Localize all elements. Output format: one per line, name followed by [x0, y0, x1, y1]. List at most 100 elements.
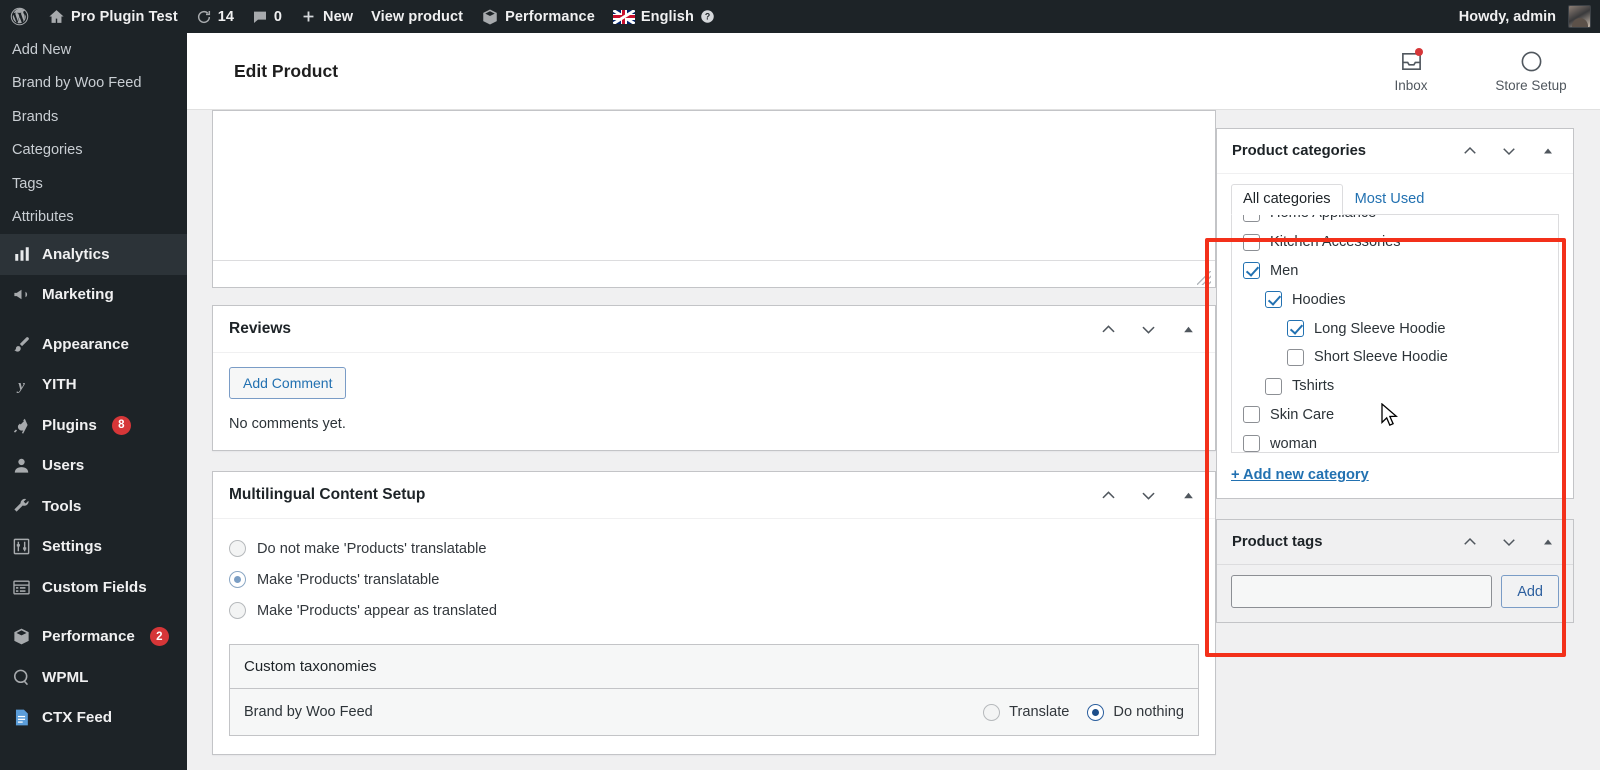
- product-categories-body: All categories Most Used Home Appliance …: [1217, 174, 1573, 498]
- performance-label: Performance: [505, 8, 595, 25]
- sidebar-item-analytics[interactable]: Analytics: [0, 234, 187, 275]
- multilingual-handle-actions: [1093, 480, 1203, 510]
- sidebar-item-tags[interactable]: Tags: [0, 167, 187, 201]
- mouse-cursor: [1381, 402, 1399, 434]
- sidebar-item-performance[interactable]: Performance 2: [0, 617, 187, 658]
- sidebar-item-custom-fields[interactable]: Custom Fields: [0, 567, 187, 608]
- category-checkbox[interactable]: [1287, 348, 1304, 366]
- my-account-menu[interactable]: Howdy, admin: [1450, 0, 1600, 33]
- reviews-metabox-header[interactable]: Reviews: [213, 306, 1215, 353]
- sidebar-item-brand-by-woo-feed[interactable]: Brand by Woo Feed: [0, 67, 187, 101]
- tab-all-categories[interactable]: All categories: [1231, 184, 1343, 215]
- sidebar-item-settings[interactable]: Settings: [0, 527, 187, 568]
- category-checkbox[interactable]: [1265, 377, 1282, 395]
- language-menu[interactable]: English ?: [604, 0, 724, 33]
- radio-do-not-translate[interactable]: [229, 540, 246, 557]
- performance-menu[interactable]: Performance: [472, 0, 604, 33]
- category-label: Tshirts: [1292, 378, 1335, 395]
- reviews-title: Reviews: [229, 320, 292, 337]
- list-item[interactable]: Long Sleeve Hoodie: [1232, 314, 1558, 343]
- store-setup-button[interactable]: Store Setup: [1488, 49, 1574, 93]
- move-up-icon[interactable]: [1455, 136, 1485, 166]
- side-column: ​ Raymond + Add New Brand Product catego…: [1216, 110, 1574, 640]
- site-name-menu[interactable]: Pro Plugin Test: [39, 0, 187, 33]
- move-down-icon[interactable]: [1133, 314, 1163, 344]
- category-tabs: All categories Most Used: [1231, 184, 1559, 215]
- move-up-icon[interactable]: [1093, 480, 1123, 510]
- translatable-option-row[interactable]: Do not make 'Products' translatable: [229, 533, 1199, 564]
- translatable-option-row[interactable]: Make 'Products' appear as translated: [229, 595, 1199, 626]
- add-comment-button[interactable]: Add Comment: [229, 367, 347, 399]
- sidebar-item-categories[interactable]: Categories: [0, 134, 187, 168]
- product-tags-metabox: Product tags Add: [1216, 519, 1574, 623]
- list-item[interactable]: Hoodies: [1232, 285, 1558, 314]
- sidebar-item-users[interactable]: Users: [0, 446, 187, 487]
- help-circle-icon[interactable]: ?: [700, 9, 715, 24]
- sidebar-item-marketing[interactable]: Marketing: [0, 275, 187, 316]
- view-product-link[interactable]: View product: [362, 0, 472, 33]
- list-item[interactable]: Short Sleeve Hoodie: [1232, 343, 1558, 372]
- plugins-update-badge: 8: [111, 415, 131, 435]
- reviews-empty-text: No comments yet.: [229, 416, 346, 432]
- sidebar-item-wpml[interactable]: WPML: [0, 657, 187, 698]
- category-checkbox[interactable]: [1243, 262, 1260, 280]
- product-tags-body: Add: [1217, 565, 1573, 622]
- toggle-panel-icon[interactable]: [1533, 136, 1563, 166]
- list-item[interactable]: Tshirts: [1232, 372, 1558, 401]
- category-checkbox[interactable]: [1287, 320, 1304, 338]
- list-item[interactable]: Men: [1232, 257, 1558, 286]
- sidebar-item-attributes[interactable]: Attributes: [0, 201, 187, 235]
- tag-input[interactable]: [1231, 575, 1493, 608]
- radio-appear-as-translated[interactable]: [229, 602, 246, 619]
- sidebar-subitem-label: Categories: [12, 142, 83, 159]
- radio-make-translatable[interactable]: [229, 571, 246, 588]
- list-item[interactable]: Kitchen Accessories: [1232, 228, 1558, 257]
- sidebar-item-appearance[interactable]: Appearance: [0, 324, 187, 365]
- move-up-icon[interactable]: [1455, 527, 1485, 557]
- wp-logo-menu[interactable]: [0, 0, 39, 33]
- move-up-icon[interactable]: [1093, 314, 1123, 344]
- radio-do-nothing[interactable]: [1087, 703, 1105, 721]
- multilingual-metabox-header[interactable]: Multilingual Content Setup: [213, 472, 1215, 519]
- toggle-panel-icon[interactable]: [1173, 480, 1203, 510]
- sidebar-item-add-new[interactable]: Add New: [0, 33, 187, 67]
- toggle-panel-icon[interactable]: [1533, 527, 1563, 557]
- comments-menu[interactable]: 0: [243, 0, 291, 33]
- product-categories-header[interactable]: Product categories: [1217, 129, 1573, 174]
- category-checkbox[interactable]: [1243, 435, 1260, 452]
- sidebar-divider-2: [0, 608, 187, 617]
- editor-content-area[interactable]: [213, 111, 1215, 261]
- toggle-panel-icon[interactable]: [1173, 314, 1203, 344]
- plus-icon: [300, 8, 317, 25]
- sidebar-subitem-label: Attributes: [12, 209, 74, 226]
- category-checkbox[interactable]: [1243, 215, 1260, 222]
- product-tags-header[interactable]: Product tags: [1217, 520, 1573, 565]
- tab-most-used[interactable]: Most Used: [1343, 184, 1437, 215]
- list-item[interactable]: Home Appliance: [1232, 215, 1558, 228]
- sidebar-item-plugins[interactable]: Plugins 8: [0, 405, 187, 446]
- move-down-icon[interactable]: [1494, 527, 1524, 557]
- sidebar-item-label: Analytics: [42, 245, 110, 263]
- sidebar-item-ctx-feed[interactable]: CTX Feed: [0, 698, 187, 739]
- editor-resize-handle[interactable]: [1197, 271, 1211, 285]
- add-tag-button[interactable]: Add: [1501, 575, 1559, 608]
- sidebar-item-brands[interactable]: Brands: [0, 100, 187, 134]
- add-new-category-link[interactable]: + Add new category: [1231, 467, 1369, 483]
- sidebar-item-tools[interactable]: Tools: [0, 486, 187, 527]
- updates-menu[interactable]: 14: [187, 0, 243, 33]
- new-content-menu[interactable]: New: [291, 0, 362, 33]
- move-down-icon[interactable]: [1494, 136, 1524, 166]
- category-checkbox[interactable]: [1243, 406, 1260, 424]
- product-description-editor[interactable]: [212, 110, 1216, 288]
- document-feed-icon: [11, 707, 32, 728]
- category-checkbox[interactable]: [1243, 233, 1260, 251]
- translatable-option-row[interactable]: Make 'Products' translatable: [229, 564, 1199, 595]
- move-down-icon[interactable]: [1133, 480, 1163, 510]
- tag-entry-row: Add: [1231, 575, 1559, 608]
- radio-translate[interactable]: [983, 703, 1001, 721]
- category-checkbox[interactable]: [1265, 291, 1282, 309]
- sidebar-item-yith[interactable]: y YITH: [0, 365, 187, 406]
- inbox-button[interactable]: Inbox: [1368, 48, 1454, 93]
- product-tags-title: Product tags: [1232, 534, 1323, 550]
- multilingual-title: Multilingual Content Setup: [229, 486, 426, 503]
